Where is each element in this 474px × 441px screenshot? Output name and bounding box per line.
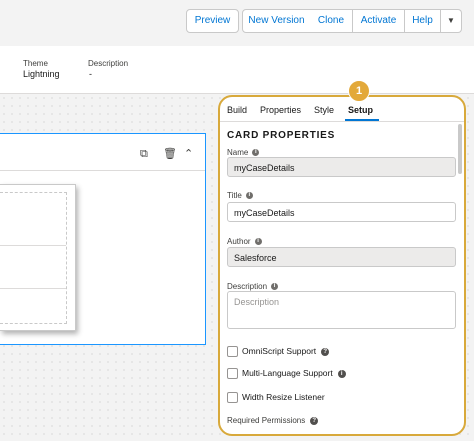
tab-setup[interactable]: Setup	[348, 105, 373, 115]
name-label: Name i	[227, 148, 260, 157]
clone-button[interactable]: Clone	[310, 9, 353, 33]
help-icon[interactable]: ?	[310, 416, 319, 425]
chevron-down-icon: ▼	[447, 16, 455, 25]
multi-language-support-checkbox[interactable]	[227, 368, 238, 379]
help-icon[interactable]: ?	[321, 347, 330, 356]
divider	[0, 288, 66, 289]
omniscript-support-label: OmniScript Support?	[242, 346, 330, 356]
omniscript-support-checkbox[interactable]	[227, 346, 238, 357]
description-field-label: Description i	[227, 282, 279, 291]
author-field: Salesforce	[227, 247, 456, 267]
info-icon[interactable]: i	[337, 369, 346, 378]
trash-icon[interactable]: 🗑	[163, 149, 177, 160]
required-permissions-text: Required Permissions	[227, 416, 306, 425]
tab-build[interactable]: Build	[227, 105, 247, 115]
panel-scrollbar[interactable]	[458, 124, 462, 174]
description-value: -	[89, 69, 92, 79]
activate-button[interactable]: Activate	[353, 9, 405, 33]
tab-properties[interactable]: Properties	[260, 105, 301, 115]
clone-icon[interactable]: ⧉	[140, 149, 148, 160]
author-label: Author i	[227, 237, 262, 246]
more-actions-button[interactable]: ▼	[441, 9, 462, 33]
top-toolbar: Preview New Version Clone Activate Help …	[0, 0, 474, 47]
card-info-strip: Theme Lightning Description -	[0, 46, 474, 94]
title-field[interactable]: myCaseDetails	[227, 202, 456, 222]
card-preview-slot	[0, 192, 67, 324]
theme-value: Lightning	[23, 69, 60, 79]
omniscript-support-text: OmniScript Support	[242, 346, 317, 356]
new-version-button[interactable]: New Version	[242, 9, 311, 33]
multi-language-support-text: Multi-Language Support	[242, 368, 333, 378]
description-label-text: Description	[227, 282, 268, 291]
description-label: Description	[88, 59, 129, 68]
divider	[0, 245, 66, 246]
info-icon[interactable]: i	[271, 283, 279, 291]
name-label-text: Name	[227, 148, 249, 157]
width-resize-listener-checkbox[interactable]	[227, 392, 238, 403]
title-label: Title i	[227, 191, 253, 200]
preview-button[interactable]: Preview	[186, 9, 239, 33]
properties-panel: Build Properties Style Setup CARD PROPER…	[218, 95, 466, 436]
section-title: CARD PROPERTIES	[227, 130, 336, 141]
title-label-text: Title	[227, 191, 242, 200]
name-field: myCaseDetails	[227, 157, 456, 177]
width-resize-listener-label: Width Resize Listener	[242, 392, 325, 402]
help-button[interactable]: Help	[405, 9, 441, 33]
info-icon[interactable]: i	[254, 238, 262, 246]
card-element-header: ⧉ 🗑 ⌃	[0, 134, 205, 171]
callout-badge: 1	[348, 80, 370, 102]
info-icon[interactable]: i	[245, 192, 253, 200]
tab-style[interactable]: Style	[314, 105, 334, 115]
divider	[220, 121, 464, 122]
chevron-up-icon[interactable]: ⌃	[184, 149, 193, 160]
card-element[interactable]: ⧉ 🗑 ⌃	[0, 133, 206, 345]
multi-language-support-label: Multi-Language Support i	[242, 368, 346, 378]
author-label-text: Author	[227, 237, 251, 246]
required-permissions-label: Required Permissions?	[227, 416, 319, 425]
description-textarea[interactable]: Description	[227, 291, 456, 329]
info-icon[interactable]: i	[252, 149, 260, 157]
theme-label: Theme	[23, 59, 48, 68]
